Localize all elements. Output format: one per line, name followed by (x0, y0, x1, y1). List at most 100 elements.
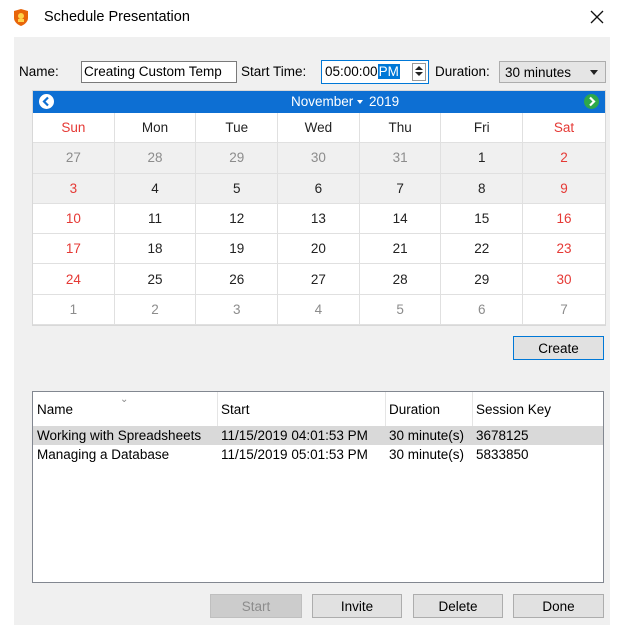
month-label: November (291, 94, 354, 109)
duration-select[interactable]: 30 minutes (499, 61, 606, 83)
calendar-day[interactable]: 1 (441, 143, 524, 174)
close-button[interactable] (580, 2, 614, 32)
calendar-day[interactable]: 5 (196, 173, 279, 204)
calendar-day[interactable]: 27 (33, 143, 115, 174)
calendar-week-row: 17 18 19 20 21 22 23 (33, 234, 605, 265)
calendar-day[interactable]: 29 (196, 143, 279, 174)
calendar-day[interactable]: 4 (278, 294, 360, 326)
start-button[interactable]: Start (210, 594, 302, 618)
calendar-day[interactable]: 10 (33, 203, 115, 235)
presentation-app-icon (14, 9, 28, 26)
calendar-day[interactable]: 27 (278, 264, 360, 295)
calendar-day[interactable]: 8 (441, 173, 524, 204)
column-duration[interactable]: Duration (389, 402, 440, 417)
done-button[interactable]: Done (513, 594, 604, 618)
calendar-day[interactable]: 1 (33, 294, 115, 326)
calendar: November 2019 Sun Mon Tue Wed Thu Fri Sat 27 28 2… (32, 90, 606, 326)
calendar-day[interactable]: 16 (523, 204, 605, 235)
weekday-header-row: Sun Mon Tue Wed Thu Fri Sat (33, 113, 605, 144)
calendar-day[interactable]: 30 (523, 264, 605, 295)
weekday-label: Wed (278, 113, 360, 144)
chevron-down-icon (357, 100, 364, 105)
table-cell: 5833850 (476, 447, 529, 462)
weekday-label: Mon (114, 113, 197, 144)
table-cell: Working with Spreadsheets (37, 428, 202, 443)
calendar-day[interactable]: 6 (441, 294, 524, 326)
table-cell: 11/15/2019 04:01:53 PM (221, 428, 368, 443)
calendar-day[interactable]: 9 (523, 173, 605, 204)
calendar-day[interactable]: 22 (441, 234, 524, 265)
calendar-day[interactable]: 28 (359, 264, 442, 295)
delete-button[interactable]: Delete (413, 594, 503, 618)
calendar-week-row: 1234567 (33, 294, 605, 326)
weekday-label: Sun (33, 113, 115, 144)
calendar-day[interactable]: 2 (523, 143, 605, 174)
sessions-list-header: ⌄ Name Start Duration Session Key (33, 392, 603, 426)
name-input[interactable]: Creating Custom Temp (81, 61, 237, 83)
calendar-day[interactable]: 17 (33, 234, 115, 265)
calendar-day[interactable]: 19 (196, 234, 279, 265)
calendar-day[interactable]: 21 (359, 234, 442, 265)
column-start[interactable]: Start (221, 402, 250, 417)
start-time-label: Start Time: (241, 64, 307, 79)
calendar-grid: Sun Mon Tue Wed Thu Fri Sat 27 28 29 30 31 1 2 3 4 5 6 7 8 9… (33, 113, 605, 326)
calendar-day[interactable]: 31 (359, 143, 442, 174)
start-time-ampm: PM (377, 64, 400, 79)
start-time-picker[interactable]: 05:00:00PM (321, 60, 429, 84)
calendar-day[interactable]: 3 (33, 173, 115, 204)
start-time-value: 05:00:00 (325, 64, 378, 79)
calendar-day[interactable]: 15 (441, 203, 524, 235)
next-month-button[interactable] (584, 94, 599, 109)
calendar-day[interactable]: 30 (278, 143, 360, 174)
calendar-day[interactable]: 23 (523, 234, 605, 265)
calendar-day[interactable]: 18 (114, 234, 197, 265)
column-session-key[interactable]: Session Key (476, 402, 551, 417)
calendar-week-row: 3456789 (33, 173, 605, 204)
calendar-day[interactable]: 12 (196, 203, 279, 235)
table-cell: 3678125 (476, 428, 529, 443)
prev-month-button[interactable] (39, 94, 54, 109)
calendar-day[interactable]: 13 (278, 203, 360, 235)
invite-button[interactable]: Invite (312, 594, 402, 618)
calendar-week-row: 10 11 12 13 14 15 16 (33, 203, 605, 235)
title-bar: Schedule Presentation (0, 0, 622, 36)
calendar-day[interactable]: 6 (278, 173, 360, 204)
calendar-day[interactable]: 28 (114, 143, 197, 174)
year-label: 2019 (369, 94, 400, 109)
month-year-selector[interactable]: November 2019 (291, 94, 399, 109)
form-row: Name: Creating Custom Temp Start Time: 0… (19, 58, 609, 86)
table-cell: Managing a Database (37, 447, 170, 462)
weekday-label: Fri (441, 113, 524, 144)
arrow-left-icon (42, 96, 49, 107)
window-title: Schedule Presentation (44, 9, 190, 25)
calendar-day[interactable]: 29 (441, 264, 524, 295)
calendar-day[interactable]: 14 (359, 203, 442, 235)
calendar-day[interactable]: 11 (114, 203, 197, 235)
time-spinner[interactable] (412, 63, 426, 81)
duration-value: 30 minutes (505, 65, 572, 80)
calendar-day[interactable]: 7 (523, 295, 605, 326)
calendar-day[interactable]: 4 (114, 173, 197, 204)
calendar-day[interactable]: 24 (33, 264, 115, 295)
chevron-down-icon (590, 70, 598, 75)
calendar-day[interactable]: 25 (114, 264, 197, 295)
sessions-list: ⌄ Name Start Duration Session Key Workin… (32, 391, 604, 583)
weekday-label: Thu (359, 113, 442, 144)
table-cell: 11/15/2019 05:01:53 PM (221, 447, 368, 462)
calendar-day[interactable]: 20 (278, 234, 360, 265)
duration-label: Duration: (435, 64, 490, 79)
column-name[interactable]: Name (37, 402, 73, 417)
weekday-label: Sat (523, 113, 605, 144)
calendar-day[interactable]: 2 (114, 294, 197, 326)
calendar-week-row: 24 25 26 27 28 29 30 (33, 264, 605, 295)
calendar-header: November 2019 (33, 91, 605, 113)
table-row[interactable]: Managing a Database 11/15/2019 05:01:53 P… (33, 445, 603, 464)
create-button[interactable]: Create (513, 336, 604, 360)
arrow-right-icon (589, 96, 596, 107)
table-row[interactable]: Working with Spreadsheets 11/15/2019 04:0… (33, 426, 603, 445)
calendar-day[interactable]: 7 (359, 173, 442, 204)
calendar-day[interactable]: 26 (196, 264, 279, 295)
calendar-day[interactable]: 5 (359, 294, 442, 326)
calendar-day[interactable]: 3 (196, 294, 279, 326)
weekday-label: Tue (196, 113, 279, 144)
